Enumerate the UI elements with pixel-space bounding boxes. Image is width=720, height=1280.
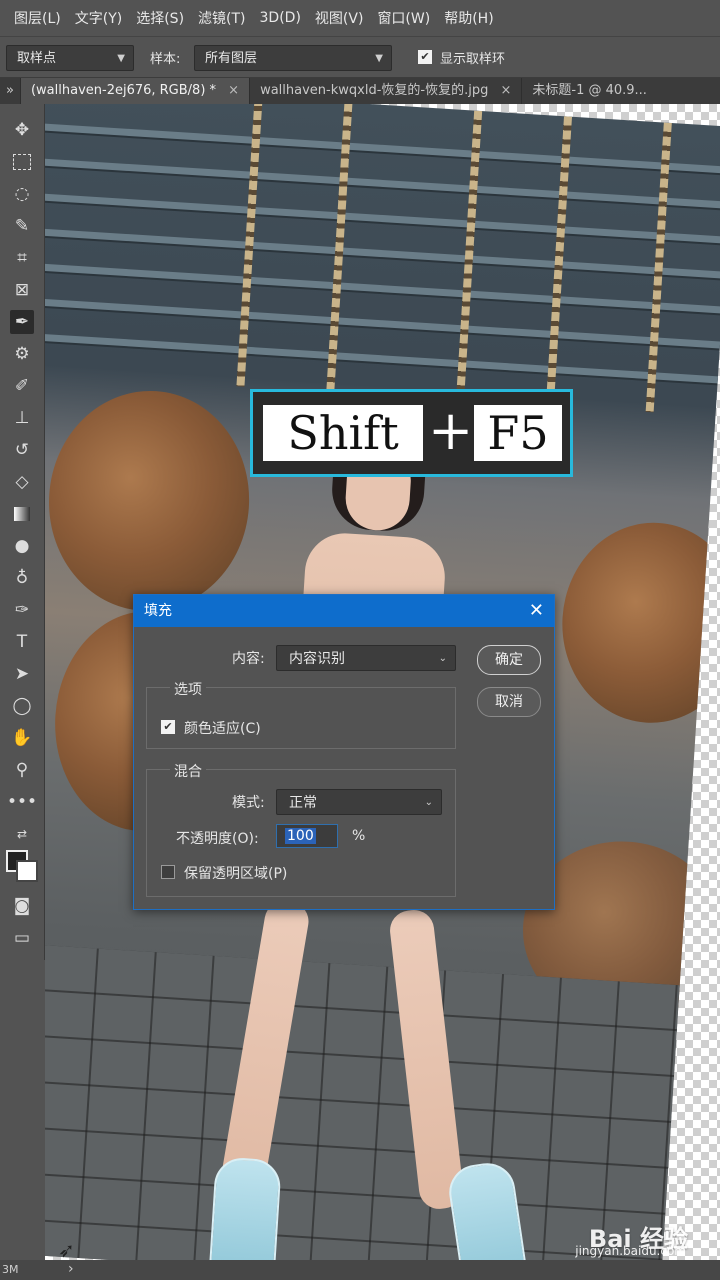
blending-legend: 混合 bbox=[170, 761, 206, 781]
fill-dialog: 填充 ✕ 内容: 内容识别 ⌄ 确定 取消 选项 ✔ 颜色适应(C) 混合 模式… bbox=[133, 594, 555, 910]
brush-icon[interactable]: ✐ bbox=[10, 374, 34, 398]
cobblestone-ground bbox=[45, 941, 680, 1260]
screen-mode-icon[interactable]: ▭ bbox=[10, 926, 34, 950]
menu-layer[interactable]: 图层(L) bbox=[14, 8, 61, 28]
sample-layers-value: 所有图层 bbox=[205, 51, 258, 66]
sample-layers-select[interactable]: 所有图层 ▼ bbox=[194, 45, 392, 71]
type-icon[interactable]: T bbox=[10, 630, 34, 654]
menu-select[interactable]: 选择(S) bbox=[136, 8, 184, 28]
tools-panel: ✥ ◌ ✎ ⌗ ⊠ ✒ ⚙ ✐ ⊥ ↺ ◇ ● ♁ ✑ T ➤ ◯ ✋ ⚲ ••… bbox=[0, 104, 45, 960]
sample-point-value: 取样点 bbox=[17, 51, 57, 66]
chevron-down-icon: ▼ bbox=[117, 53, 125, 64]
close-icon[interactable]: ✕ bbox=[529, 595, 544, 627]
quick-mask-icon[interactable]: ◙ bbox=[10, 894, 34, 918]
mouse-cursor-icon: ➶ bbox=[58, 1238, 75, 1262]
shortcut-key-shift: Shift bbox=[263, 405, 423, 461]
document-tabs: » (wallhaven-2ej676, RGB/8) * × wallhave… bbox=[0, 78, 720, 104]
opacity-value: 100 bbox=[285, 828, 316, 844]
shortcut-plus: + bbox=[428, 399, 474, 462]
show-ring-label: 显示取样环 bbox=[440, 52, 506, 67]
tab-label: 未标题-1 @ 40.9... bbox=[532, 83, 647, 98]
eraser-icon[interactable]: ◇ bbox=[10, 470, 34, 494]
mode-label: 模式: bbox=[232, 795, 265, 811]
menu-type[interactable]: 文字(Y) bbox=[75, 8, 122, 28]
dialog-title-bar: 填充 ✕ bbox=[134, 595, 554, 627]
frame-icon[interactable]: ⊠ bbox=[10, 278, 34, 302]
foliage bbox=[556, 517, 720, 729]
hand-icon[interactable]: ✋ bbox=[10, 726, 34, 750]
tab-document-1[interactable]: (wallhaven-2ej676, RGB/8) * × bbox=[20, 78, 251, 104]
person-shoe bbox=[208, 1156, 282, 1260]
options-bar: 取样点 ▼ 样本: 所有图层 ▼ ✔ 显示取样环 bbox=[0, 36, 720, 78]
mode-value: 正常 bbox=[289, 795, 317, 811]
tab-document-2[interactable]: wallhaven-kwqxld-恢复的-恢复的.jpg × bbox=[250, 78, 523, 104]
sample-point-select[interactable]: 取样点 ▼ bbox=[6, 45, 134, 71]
swap-colors-icon[interactable]: ⇄ bbox=[10, 822, 34, 846]
watermark-url: jingyan.baidu.com bbox=[575, 1244, 686, 1258]
color-adapt-checkbox[interactable]: ✔ bbox=[161, 720, 175, 734]
menu-help[interactable]: 帮助(H) bbox=[444, 8, 493, 28]
tabs-collapse-icon[interactable]: » bbox=[0, 78, 21, 104]
content-label: 内容: bbox=[232, 651, 265, 667]
doc-size-readout: 3M bbox=[2, 1263, 19, 1276]
background-color-swatch[interactable] bbox=[16, 860, 38, 882]
ok-button[interactable]: 确定 bbox=[477, 645, 541, 675]
opacity-unit: % bbox=[352, 828, 366, 844]
content-value: 内容识别 bbox=[289, 651, 345, 667]
status-menu-arrow[interactable]: › bbox=[68, 1261, 74, 1277]
lasso-icon[interactable]: ◌ bbox=[10, 182, 34, 206]
foliage bbox=[45, 384, 256, 617]
preserve-transparency-checkbox[interactable] bbox=[161, 865, 175, 879]
zoom-icon[interactable]: ⚲ bbox=[10, 758, 34, 782]
show-ring-checkbox[interactable]: ✔ bbox=[418, 50, 432, 64]
mode-select[interactable]: 正常 ⌄ bbox=[276, 789, 442, 815]
menu-filter[interactable]: 滤镜(T) bbox=[198, 8, 245, 28]
ellipse-icon[interactable]: ◯ bbox=[10, 694, 34, 718]
history-brush-icon[interactable]: ↺ bbox=[10, 438, 34, 462]
move-icon[interactable]: ✥ bbox=[10, 118, 34, 142]
tab-label: (wallhaven-2ej676, RGB/8) * bbox=[30, 83, 217, 98]
options-legend: 选项 bbox=[170, 679, 206, 699]
crop-icon[interactable]: ⌗ bbox=[10, 246, 34, 270]
sample-label: 样本: bbox=[150, 52, 181, 67]
tab-label: wallhaven-kwqxld-恢复的-恢复的.jpg bbox=[260, 83, 489, 98]
content-select[interactable]: 内容识别 ⌄ bbox=[276, 645, 456, 671]
chevron-down-icon: ⌄ bbox=[438, 653, 447, 664]
status-bar: 3M › ➶ bbox=[0, 1238, 720, 1280]
preserve-transparency-label: 保留透明区域(P) bbox=[184, 866, 288, 882]
dodge-icon[interactable]: ♁ bbox=[10, 566, 34, 590]
menu-window[interactable]: 窗口(W) bbox=[377, 8, 430, 28]
chevron-down-icon: ⌄ bbox=[424, 797, 433, 808]
eyedropper-icon[interactable]: ✒ bbox=[10, 310, 34, 334]
more-icon[interactable]: ••• bbox=[7, 790, 37, 814]
menu-3d[interactable]: 3D(D) bbox=[260, 10, 301, 26]
tab-document-3[interactable]: 未标题-1 @ 40.9... bbox=[522, 78, 657, 104]
blur-icon[interactable]: ● bbox=[10, 534, 34, 558]
dialog-title: 填充 bbox=[144, 603, 172, 619]
close-icon[interactable]: × bbox=[500, 83, 511, 98]
gradient-icon[interactable] bbox=[10, 502, 34, 526]
healing-brush-icon[interactable]: ⚙ bbox=[10, 342, 34, 366]
opacity-input[interactable]: 100 bbox=[276, 824, 338, 848]
opacity-label: 不透明度(O): bbox=[176, 831, 259, 847]
magic-wand-icon[interactable]: ✎ bbox=[10, 214, 34, 238]
path-select-icon[interactable]: ➤ bbox=[10, 662, 34, 686]
color-adapt-label: 颜色适应(C) bbox=[184, 721, 261, 737]
shortcut-key-f5: F5 bbox=[474, 405, 562, 461]
chevron-down-icon: ▼ bbox=[375, 53, 383, 64]
clone-stamp-icon[interactable]: ⊥ bbox=[10, 406, 34, 430]
menu-bar: 图层(L) 文字(Y) 选择(S) 滤镜(T) 3D(D) 视图(V) 窗口(W… bbox=[0, 0, 720, 36]
close-icon[interactable]: × bbox=[228, 83, 239, 98]
menu-view[interactable]: 视图(V) bbox=[315, 8, 364, 28]
shortcut-overlay: Shift + F5 bbox=[250, 389, 573, 477]
pen-icon[interactable]: ✑ bbox=[10, 598, 34, 622]
marquee-icon[interactable] bbox=[10, 150, 34, 174]
cancel-button[interactable]: 取消 bbox=[477, 687, 541, 717]
